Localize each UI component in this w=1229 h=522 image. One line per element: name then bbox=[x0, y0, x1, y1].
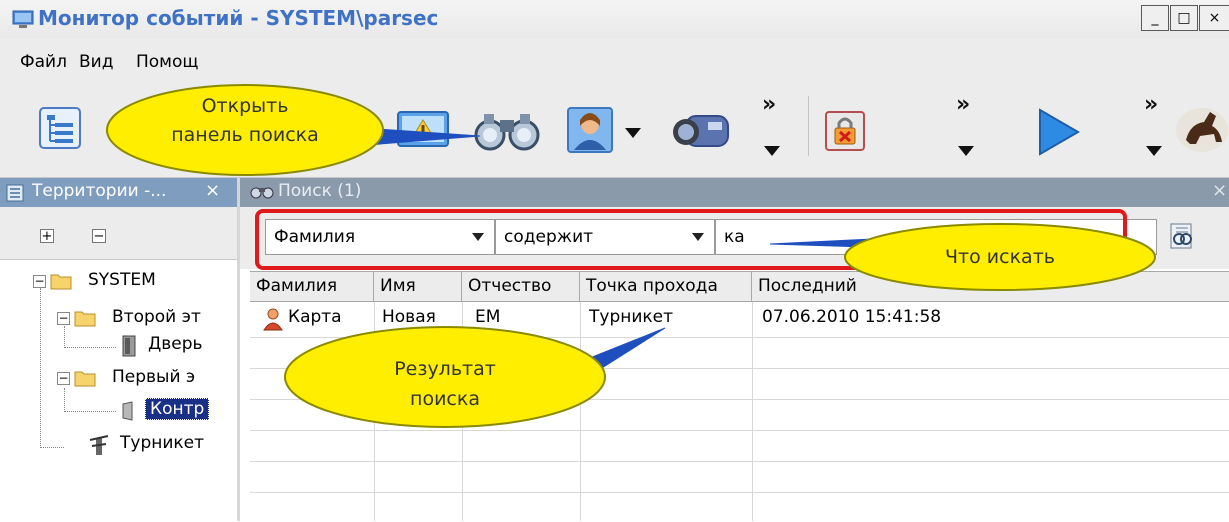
tree-item-system[interactable]: SYSTEM bbox=[88, 270, 156, 290]
callout-open-search-line2: панель поиска bbox=[171, 124, 319, 146]
callout-search-result-line1: Результат bbox=[394, 358, 496, 380]
territory-panel-close-button[interactable]: × bbox=[205, 180, 220, 201]
camera-icon[interactable] bbox=[672, 108, 738, 154]
folder-icon bbox=[74, 371, 96, 387]
access-lock-icon[interactable] bbox=[824, 110, 866, 152]
grid-row-line bbox=[250, 492, 1229, 493]
turnstile-icon bbox=[89, 435, 109, 455]
binoculars-small-icon bbox=[250, 187, 274, 199]
tree-collapse-toggle[interactable]: − bbox=[33, 275, 46, 288]
person-icon[interactable] bbox=[566, 106, 614, 154]
toolbar-separator bbox=[808, 96, 809, 156]
horse-icon[interactable] bbox=[1176, 100, 1229, 156]
tree-connector bbox=[64, 411, 116, 412]
tree-item-controller[interactable]: Контр bbox=[145, 398, 210, 420]
tree-connector bbox=[64, 347, 116, 348]
close-button[interactable]: × bbox=[1199, 5, 1229, 31]
column-header-last-name[interactable]: Фамилия bbox=[250, 272, 374, 302]
tree-item-turnstile[interactable]: Турникет bbox=[120, 433, 204, 453]
callout-search-result-line2: поиска bbox=[410, 388, 480, 410]
play-icon[interactable] bbox=[1036, 108, 1080, 156]
callout-what-to-search-text: Что искать bbox=[945, 246, 1055, 268]
territory-panel-title: Территории -... bbox=[32, 181, 167, 201]
search-panel-header bbox=[240, 178, 1229, 207]
tree-connector bbox=[64, 326, 65, 348]
search-panel-title: Поиск (1) bbox=[278, 181, 362, 201]
column-header-patronymic[interactable]: Отчество bbox=[462, 272, 580, 302]
maximize-button[interactable]: □ bbox=[1170, 5, 1198, 31]
column-header-first-name[interactable]: Имя bbox=[374, 272, 462, 302]
folder-icon bbox=[74, 311, 96, 327]
door-icon bbox=[122, 335, 136, 357]
toolbar-overflow-arrow-3[interactable] bbox=[1146, 146, 1162, 156]
collapse-all-button[interactable]: − bbox=[92, 229, 106, 243]
toolbar-overflow-chevron-3[interactable]: » bbox=[1144, 92, 1158, 117]
toolbar-overflow-arrow-1[interactable] bbox=[764, 146, 780, 156]
tree-item-door[interactable]: Дверь bbox=[148, 334, 203, 354]
tree-item-second-floor[interactable]: Второй эт bbox=[112, 307, 201, 327]
callout-open-search-line1: Открыть bbox=[201, 95, 289, 117]
territory-tree bbox=[0, 260, 237, 521]
toolbar-overflow-chevron-1[interactable]: » bbox=[762, 92, 776, 117]
territory-panel-icon bbox=[6, 184, 24, 202]
minimize-button[interactable]: _ bbox=[1141, 5, 1169, 31]
search-panel-close-button[interactable]: × bbox=[1212, 180, 1227, 201]
menu-view[interactable]: Вид bbox=[79, 52, 113, 72]
window-title: Монитор событий - SYSTEM\parsec bbox=[38, 6, 439, 30]
menu-file[interactable]: Файл bbox=[20, 52, 67, 72]
territory-panel-toolbar bbox=[0, 207, 237, 260]
grid-row-line bbox=[250, 461, 1229, 462]
column-header-access-point[interactable]: Точка прохода bbox=[580, 272, 752, 302]
result-last-seen[interactable]: 07.06.2010 15:41:58 bbox=[762, 307, 941, 327]
expand-all-button[interactable]: + bbox=[40, 229, 54, 243]
toolbar-overflow-chevron-2[interactable]: » bbox=[956, 92, 970, 117]
tree-view-icon[interactable] bbox=[38, 106, 82, 150]
tree-collapse-toggle[interactable]: − bbox=[57, 312, 70, 325]
tree-collapse-toggle[interactable]: − bbox=[57, 372, 70, 385]
controller-icon bbox=[122, 401, 133, 421]
app-monitor-icon bbox=[12, 10, 34, 28]
folder-icon bbox=[50, 274, 72, 290]
toolbar-overflow-arrow-2[interactable] bbox=[958, 146, 974, 156]
grid-column-line bbox=[752, 302, 753, 521]
person-dropdown-arrow[interactable] bbox=[625, 128, 641, 138]
tree-item-first-floor[interactable]: Первый э bbox=[112, 367, 195, 387]
menu-help[interactable]: Помощ bbox=[136, 52, 198, 72]
tree-connector bbox=[40, 447, 64, 448]
tree-connector bbox=[64, 388, 65, 412]
tree-connector bbox=[40, 288, 41, 448]
